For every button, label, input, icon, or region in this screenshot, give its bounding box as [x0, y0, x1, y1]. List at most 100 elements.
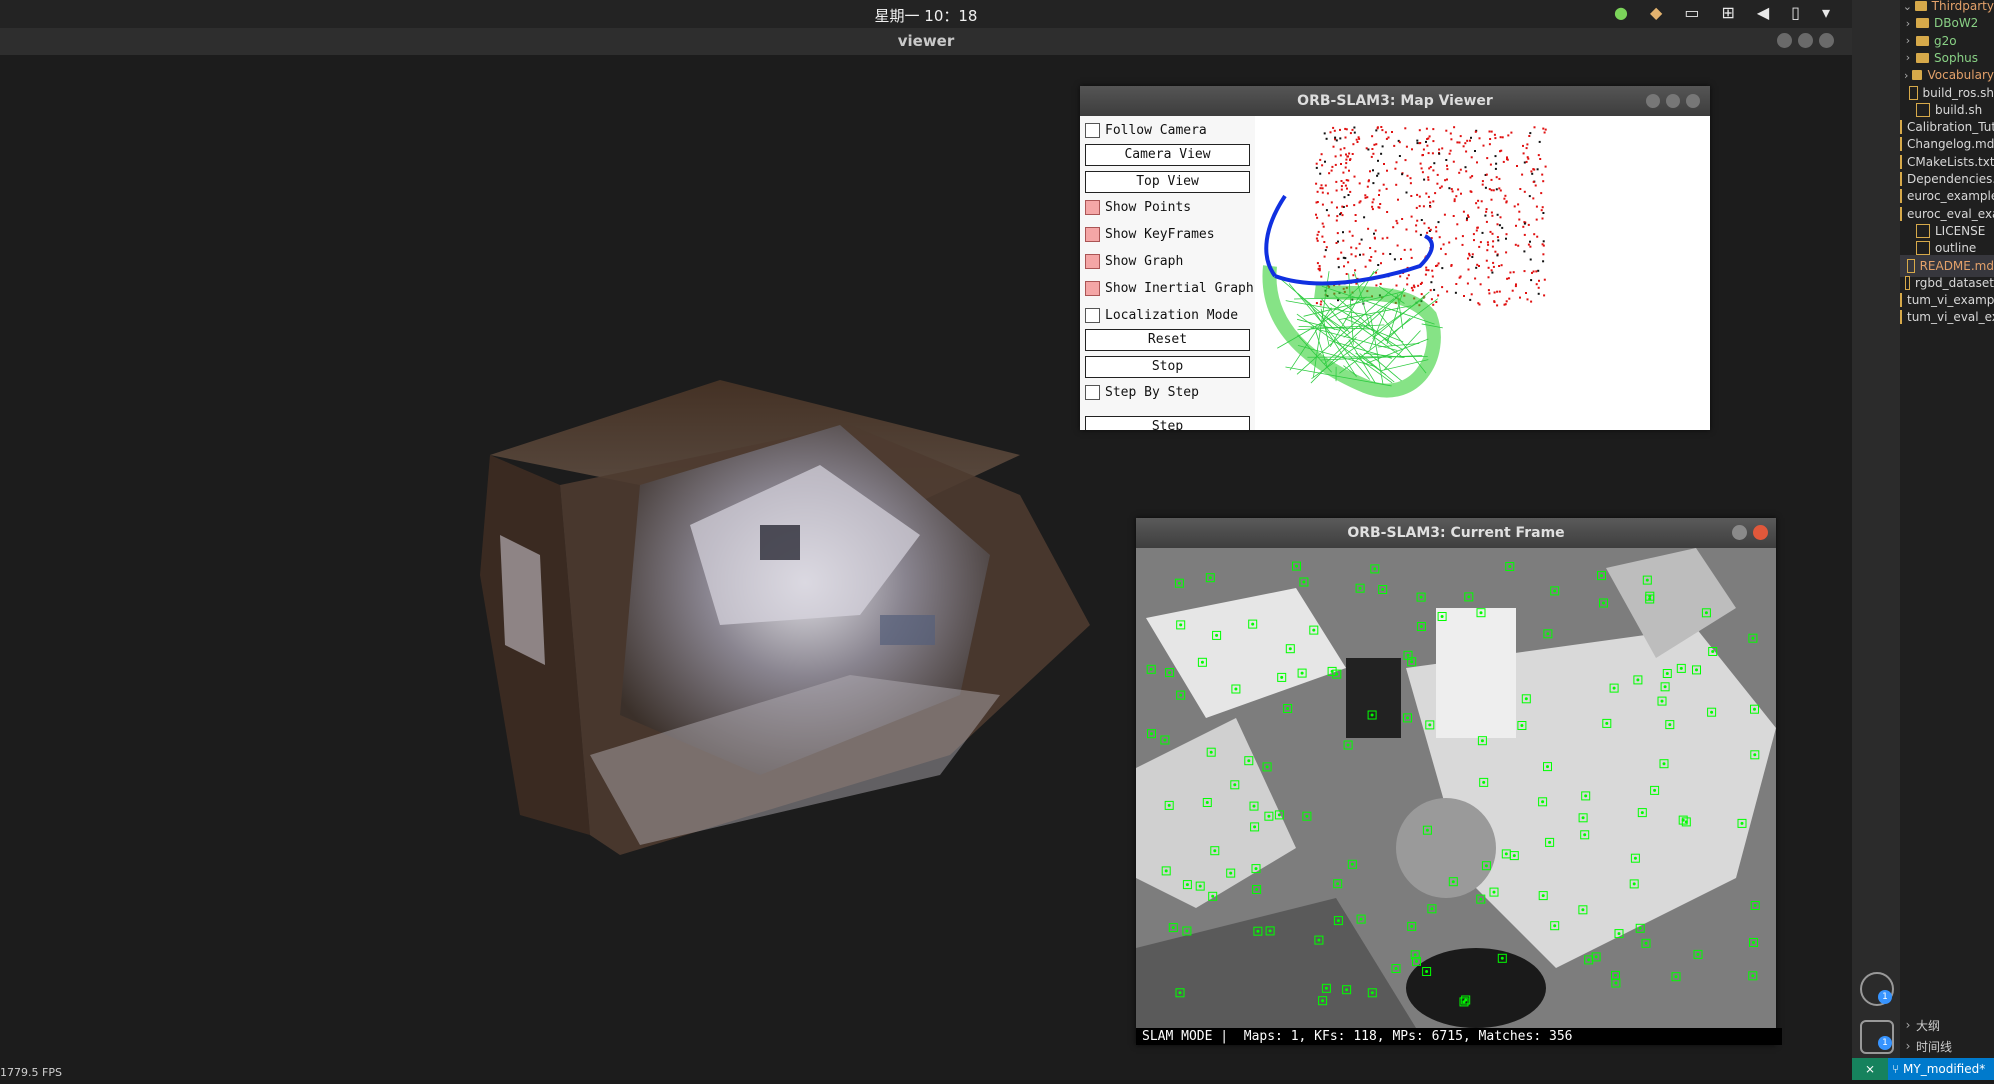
file-icon [1900, 207, 1902, 221]
feature-point [1754, 904, 1757, 907]
checkbox-box[interactable] [1085, 308, 1100, 323]
fps-counter: 1779.5 FPS [0, 1066, 62, 1079]
checkbox-box[interactable] [1085, 385, 1100, 400]
feature-point [1425, 970, 1428, 973]
follow-camera-checkbox[interactable]: Follow Camera [1085, 119, 1207, 141]
map-point [1334, 130, 1336, 132]
map-point [1389, 253, 1391, 255]
localization-mode-checkbox[interactable]: Localization Mode [1085, 304, 1238, 326]
show-points-checkbox[interactable]: Show Points [1085, 196, 1191, 218]
checkbox-box[interactable] [1085, 281, 1100, 296]
map-point [1538, 280, 1540, 282]
menu-dropdown-icon[interactable]: ▾ [1822, 3, 1830, 22]
remote-indicator-icon[interactable]: ⨯ [1852, 1058, 1888, 1080]
frame-gamepad [1406, 948, 1546, 1028]
frame-cd-disc [1396, 798, 1496, 898]
map-point [1490, 231, 1492, 233]
map-point [1497, 214, 1499, 216]
map-point [1355, 214, 1357, 216]
explorer-file-item[interactable]: tum_vi_eval_examples.sh [1900, 306, 1994, 328]
maximize-button[interactable] [1798, 33, 1813, 48]
map-point [1496, 291, 1498, 293]
checkbox-box[interactable] [1085, 123, 1100, 138]
map-point [1460, 135, 1462, 137]
map-point [1486, 249, 1488, 251]
feature-point [1278, 813, 1281, 816]
map-point [1381, 129, 1383, 131]
point-cloud-laptop [880, 615, 935, 645]
close-button[interactable] [1686, 94, 1700, 108]
reset-button[interactable]: Reset [1085, 329, 1250, 351]
map-point [1322, 223, 1324, 225]
feature-point [1371, 991, 1374, 994]
update-check-icon[interactable]: ● [1614, 3, 1628, 22]
map-point [1335, 155, 1337, 157]
top-view-button[interactable]: Top View [1085, 171, 1250, 193]
map-point [1445, 130, 1447, 132]
show-graph-checkbox[interactable]: Show Graph [1085, 250, 1183, 272]
keyboard-icon[interactable]: ▭ [1684, 3, 1699, 22]
map-point [1372, 182, 1374, 184]
map-point [1495, 168, 1497, 170]
minimize-button[interactable] [1777, 33, 1792, 48]
camera-frame-render [1136, 548, 1776, 1028]
clock[interactable]: 星期一 10：18 [0, 5, 1852, 26]
close-button[interactable] [1753, 525, 1768, 540]
map-point [1421, 167, 1423, 169]
map-point [1343, 265, 1345, 267]
map-point [1433, 289, 1435, 291]
stop-button[interactable]: Stop [1085, 356, 1250, 378]
checkbox-box[interactable] [1085, 254, 1100, 269]
branch-icon: ⑂ [1892, 1062, 1903, 1076]
map-point [1331, 201, 1333, 203]
volume-icon[interactable]: ◀ [1757, 3, 1769, 22]
map-point [1426, 145, 1428, 147]
current-frame-title-bar[interactable]: ORB-SLAM3: Current Frame [1136, 518, 1776, 548]
map-point [1524, 162, 1526, 164]
map-point [1429, 202, 1431, 204]
show-inertial-graph-checkbox[interactable]: Show Inertial Graph [1085, 277, 1254, 299]
checkbox-box[interactable] [1085, 227, 1100, 242]
map-point [1506, 156, 1508, 158]
feature-point [1168, 671, 1171, 674]
network-icon[interactable]: ⊞ [1721, 3, 1734, 22]
map-point [1468, 269, 1470, 271]
map-point [1479, 137, 1481, 139]
minimize-button[interactable] [1646, 94, 1660, 108]
map-point [1509, 272, 1511, 274]
feature-point [1233, 783, 1236, 786]
step-button[interactable]: Step [1085, 416, 1250, 430]
map-points-render [1255, 116, 1710, 430]
git-branch[interactable]: ⑂ MY_modified* [1892, 1058, 1985, 1080]
map-point [1377, 264, 1379, 266]
map-point [1519, 188, 1521, 190]
map-point [1536, 219, 1538, 221]
map-point [1328, 172, 1330, 174]
map-point [1321, 153, 1323, 155]
minimize-button[interactable] [1732, 525, 1747, 540]
map-point [1410, 177, 1412, 179]
battery-icon[interactable]: ▯ [1791, 3, 1800, 22]
show-keyframes-checkbox[interactable]: Show KeyFrames [1085, 223, 1215, 245]
feature-point [1253, 805, 1256, 808]
map-point [1317, 262, 1319, 264]
map-viewer-title-bar[interactable]: ORB-SLAM3: Map Viewer [1080, 86, 1710, 116]
map-point [1537, 168, 1539, 170]
cat-app-icon[interactable]: ◆ [1650, 3, 1662, 22]
timeline-section[interactable]: › 时间线 [1900, 1036, 1994, 1056]
maximize-button[interactable] [1666, 94, 1680, 108]
map-point [1441, 267, 1443, 269]
map-point [1489, 131, 1491, 133]
map-plot-area[interactable] [1255, 116, 1710, 430]
camera-view-button[interactable]: Camera View [1085, 144, 1250, 166]
outline-section[interactable]: › 大纲 [1900, 1015, 1994, 1035]
close-button[interactable] [1819, 33, 1834, 48]
map-point [1490, 164, 1492, 166]
map-point [1365, 197, 1367, 199]
step-by-step-checkbox[interactable]: Step By Step [1085, 381, 1199, 403]
checkbox-box[interactable] [1085, 200, 1100, 215]
explorer-item-label: build_ros.sh [1923, 86, 1994, 100]
map-point [1500, 136, 1502, 138]
map-point [1491, 131, 1493, 133]
feature-point [1653, 789, 1656, 792]
